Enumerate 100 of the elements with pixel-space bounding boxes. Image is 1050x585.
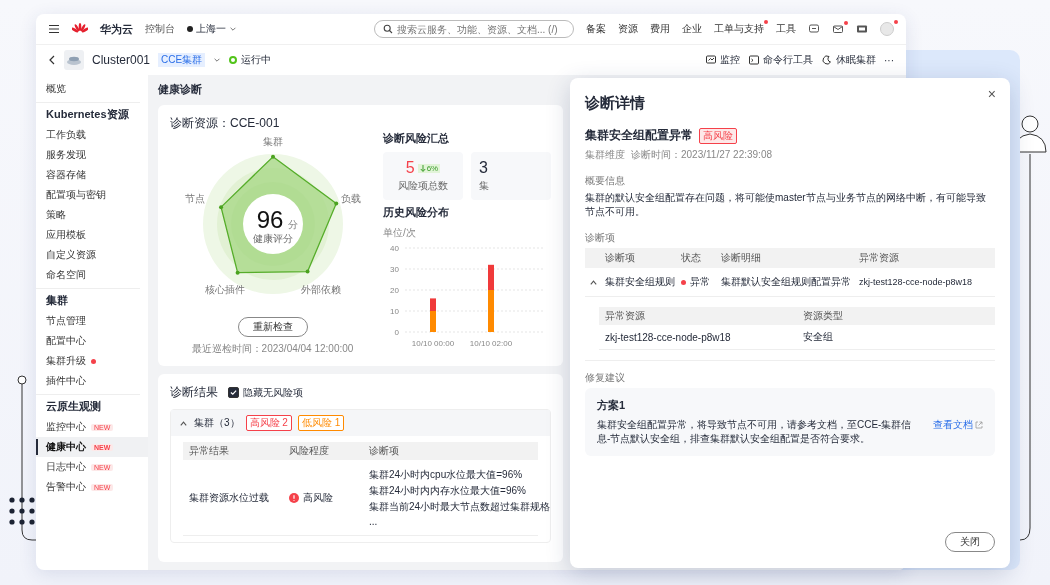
toolbar-link[interactable]: 监控 [720, 53, 740, 67]
group-header[interactable]: 集群（3） 高风险 2 低风险 1 [171, 410, 550, 436]
external-link-icon [975, 421, 983, 429]
axis-label: 核心插件 [204, 284, 245, 296]
score-unit: 分 [287, 219, 298, 230]
recheck-button[interactable]: 重新检查 [237, 317, 308, 337]
sidebar-item[interactable]: 配置项与密钥 [36, 185, 148, 205]
change-badge: 6% [417, 163, 441, 173]
check-icon [230, 389, 237, 396]
table-cell-text: ... [369, 516, 379, 527]
hide-no-risk-checkbox[interactable]: 隐藏无风险项 [228, 385, 303, 400]
nav-link[interactable]: 备案 [586, 22, 606, 36]
docs-link[interactable]: 查看文档 [933, 418, 983, 432]
sidebar-section-title: 云原生观测 [36, 394, 140, 417]
sidebar-section-title: Kubernetes资源 [36, 102, 140, 125]
screen-icon[interactable] [856, 23, 868, 35]
moon-icon[interactable] [821, 54, 833, 66]
stat-value: 5 [405, 159, 415, 177]
sidebar-item[interactable]: 命名空间 [36, 265, 148, 285]
status-icon [229, 56, 238, 64]
close-button[interactable]: 关闭 [945, 532, 995, 552]
dots-drawing [9, 497, 35, 525]
table-cell-text: 集群安全组规则 [604, 275, 676, 289]
sidebar-item[interactable]: 自定义资源 [36, 245, 148, 265]
column-header: 异常资源 [604, 309, 646, 323]
axis-label: 外部依赖 [300, 284, 341, 296]
flower-logo-icon[interactable] [72, 23, 88, 35]
mail-icon[interactable] [832, 23, 844, 35]
sidebar-item[interactable]: 节点管理 [36, 311, 148, 331]
chevron-up-icon[interactable] [179, 418, 188, 428]
section-label: 诊断项 [585, 231, 616, 245]
nav-link[interactable]: 资源 [618, 22, 638, 36]
back-icon[interactable] [48, 55, 56, 65]
tick-label: 30 [390, 265, 399, 274]
column-header: 风险程度 [288, 444, 330, 458]
table-cell-text: 集群资源水位过载 [188, 490, 270, 505]
health-score: 96 [256, 206, 283, 233]
sidebar-item[interactable]: 策略 [36, 205, 148, 225]
column-header: 状态 [680, 251, 702, 265]
caret-icon [229, 25, 237, 33]
menu-icon[interactable] [48, 24, 60, 34]
meta-text: 集群维度 [585, 148, 625, 162]
stat-label: 集 [479, 179, 489, 193]
nav-link[interactable]: 费用 [650, 22, 670, 36]
cluster-type-tag: CCE集群 [158, 53, 206, 67]
nav-link[interactable]: 工单与支持 [714, 22, 764, 36]
group-title: 集群（3） [194, 416, 240, 430]
region-selector[interactable]: 上海一 [187, 22, 237, 36]
cluster-status: 运行中 [241, 53, 272, 67]
axis-label: 负载 [340, 192, 361, 204]
column-header: 资源类型 [802, 309, 844, 323]
nav-link[interactable]: 企业 [682, 22, 702, 36]
tick-label: 0 [394, 328, 399, 337]
section-title: 诊断风险汇总 [383, 132, 449, 146]
close-button[interactable]: × [985, 86, 998, 102]
column-header: 诊断明细 [720, 251, 762, 265]
section-title: 诊断结果 [170, 384, 218, 401]
tick-label: 10 [390, 307, 399, 316]
search-icon [383, 24, 393, 34]
brand-name: 华为云 [100, 21, 133, 37]
axis-label: 集群 [262, 136, 283, 147]
terminal-icon[interactable] [748, 54, 760, 66]
table-cell: 集群当前24小时最大节点数超过集群规格 [369, 500, 551, 514]
plan-text: 集群安全组配置异常，将导致节点不可用，请参考文档，至CCE-集群信息-节点默认安全组，排查集群默认安全组配置是否符合要求。 [597, 418, 913, 446]
chat-icon[interactable] [808, 23, 820, 35]
column-header: 诊断项 [368, 444, 400, 458]
monitor-icon[interactable] [705, 54, 717, 66]
score-label: 健康评分 [252, 233, 293, 244]
sidebar-item[interactable]: 服务发现 [36, 145, 148, 165]
section-title: 历史风险分布 [383, 206, 449, 220]
sidebar-item[interactable]: 应用模板 [36, 225, 148, 245]
sidebar-item[interactable]: 容器存储 [36, 165, 148, 185]
stat-value: 3 [479, 159, 488, 177]
location-icon [187, 26, 193, 32]
plan-title: 方案1 [597, 398, 627, 413]
table-cell-text: 集群24小时内内存水位最大值=96% [369, 484, 527, 498]
sidebar-item[interactable]: 配置中心 [36, 331, 148, 351]
sidebar-item[interactable]: 工作负载 [36, 125, 148, 145]
section-label: 修复建议 [585, 371, 626, 385]
sidebar-item[interactable]: 集群升级 [36, 351, 148, 371]
column-header: 异常结果 [188, 444, 230, 458]
toolbar-link[interactable]: 休眠集群 [836, 53, 876, 67]
caret-icon[interactable] [213, 56, 222, 64]
risk-tag: 高风险 2 [245, 415, 292, 431]
sidebar-item[interactable]: 插件中心 [36, 371, 148, 391]
table-cell: 高风险 [303, 490, 333, 505]
more-button[interactable]: ··· [884, 54, 894, 66]
section-label: 概要信息 [585, 174, 626, 188]
dialog-title: 诊断详情 [585, 94, 646, 113]
toolbar-link[interactable]: 命令行工具 [763, 53, 813, 67]
stat-label: 风险项总数 [398, 179, 448, 193]
nav-link[interactable]: 工具 [776, 22, 796, 36]
status-dot [681, 279, 686, 285]
tick-label: 10/10 02:00 [469, 339, 513, 348]
console-link[interactable]: 控制台 [145, 22, 175, 36]
alert-icon [289, 492, 299, 503]
table-cell-text: 集群24小时内cpu水位最大值=96% [369, 468, 524, 482]
summary-text: 集群的默认安全组配置存在问题，将可能使master节点与业务节点的网络中断，有可能导致节点不可用。 [585, 191, 987, 219]
sidebar-item[interactable]: 概览 [36, 79, 148, 99]
column-header: 诊断项 [604, 251, 636, 265]
